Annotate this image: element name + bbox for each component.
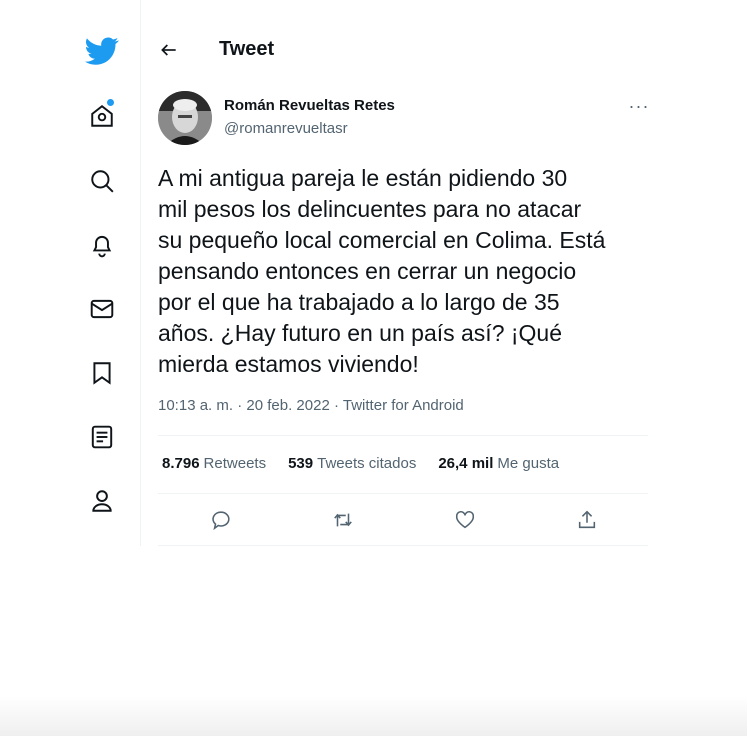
quotes-label: Tweets citados [317, 455, 417, 472]
tweet-source[interactable]: Twitter for Android [343, 397, 464, 414]
tweet-stats: 8.796 Retweets 539 Tweets citados 26,4 mil… [162, 455, 559, 472]
author-name[interactable]: Román Revueltas Retes [224, 97, 395, 114]
back-arrow-icon[interactable] [155, 36, 183, 64]
mail-icon[interactable] [85, 292, 119, 326]
likes-count: 26,4 mil [438, 455, 494, 472]
twitter-logo-icon[interactable] [85, 34, 119, 68]
tweet-actions [158, 505, 648, 535]
author-handle[interactable]: @romanrevueltasr [224, 120, 348, 137]
tweet-time[interactable]: 10:13 a. m. [158, 397, 233, 414]
search-icon[interactable] [85, 164, 119, 198]
retweets-stat[interactable]: 8.796 Retweets [162, 455, 266, 472]
sidebar-nav [0, 0, 141, 546]
quotes-count: 539 [288, 455, 314, 472]
bookmark-icon[interactable] [85, 356, 119, 390]
more-options-button[interactable]: ··· [626, 96, 652, 116]
tweet-date[interactable]: 20 feb. 2022 [246, 397, 329, 414]
retweet-icon[interactable] [328, 505, 358, 535]
likes-stat[interactable]: 26,4 mil Me gusta [438, 455, 559, 472]
tweet-meta: 10:13 a. m. · 20 feb. 2022 · Twitter for… [158, 397, 464, 414]
quotes-stat[interactable]: 539 Tweets citados [288, 455, 416, 472]
retweets-count: 8.796 [162, 455, 200, 472]
heart-icon[interactable] [450, 505, 480, 535]
divider [158, 493, 648, 494]
home-icon[interactable] [85, 99, 119, 133]
share-icon[interactable] [572, 505, 602, 535]
likes-label: Me gusta [497, 455, 560, 472]
notification-dot [107, 99, 114, 106]
meta-separator: · [333, 397, 339, 414]
divider [158, 545, 648, 546]
tweet-text: A mi antigua pareja le están pidiendo 30… [158, 165, 606, 377]
page-header: Tweet [141, 30, 661, 70]
bottom-fade [0, 696, 747, 736]
profile-icon[interactable] [85, 484, 119, 518]
retweets-label: Retweets [203, 455, 267, 472]
bell-icon[interactable] [85, 228, 119, 262]
list-icon[interactable] [85, 420, 119, 454]
page-title: Tweet [219, 38, 275, 60]
meta-separator: · [237, 397, 243, 414]
divider [158, 435, 648, 436]
reply-icon[interactable] [206, 505, 236, 535]
avatar[interactable] [158, 91, 212, 145]
